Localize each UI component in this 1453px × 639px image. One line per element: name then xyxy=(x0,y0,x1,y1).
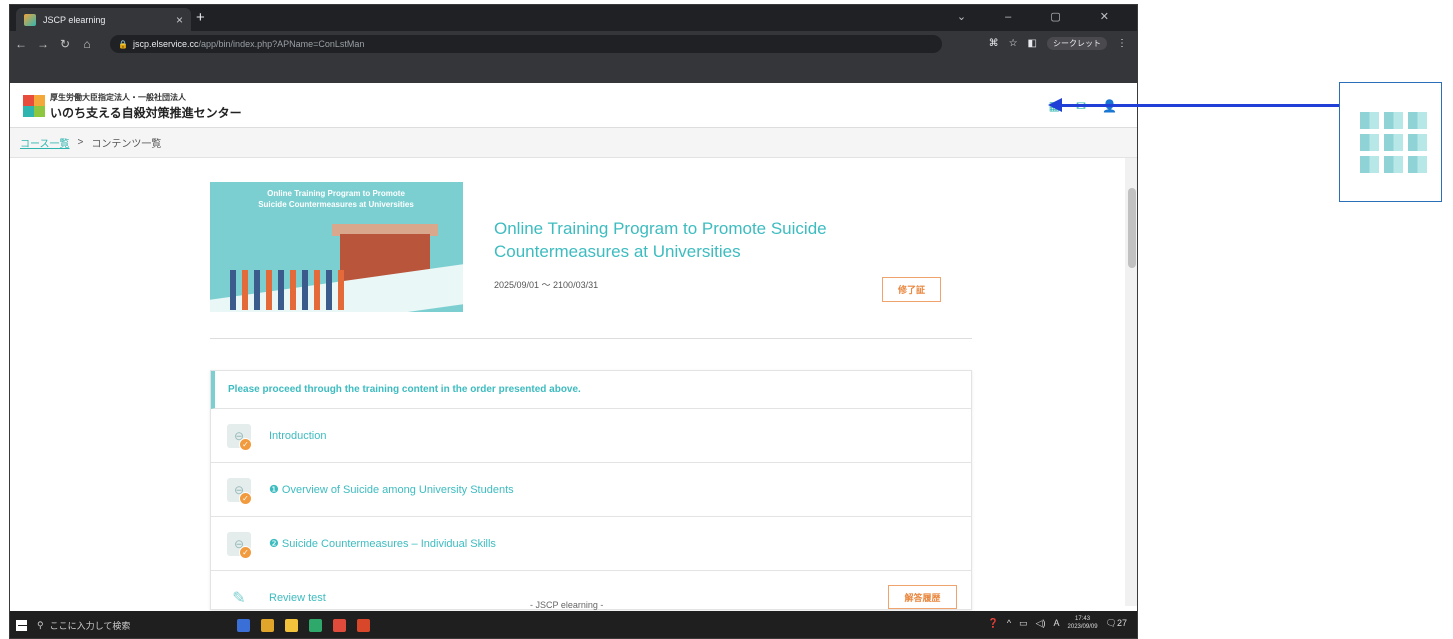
clock[interactable]: 17:43 2023/09/09 xyxy=(1068,615,1098,631)
search-icon: ⚲ xyxy=(37,620,44,630)
window-controls[interactable]: ⌄ – ▢ ✕ xyxy=(957,10,1127,23)
bookmark-bar xyxy=(10,57,1137,83)
grid-cell xyxy=(1360,156,1379,173)
page-footer: - JSCP elearning - xyxy=(530,600,604,610)
tray-chevron-icon[interactable]: ^ xyxy=(1007,618,1011,628)
main-content: Online Training Program to Promote Suici… xyxy=(10,158,1125,625)
tab-title: JSCP elearning xyxy=(43,14,106,25)
breadcrumb-current: コンテンツ一覧 xyxy=(91,139,162,150)
banner-title: Online Training Program to Promote Suici… xyxy=(258,189,414,209)
windows-taskbar: ⚲ ここに入力して検索 ❓ ^ ▭ ◁) A 17:43 2023/09/09 … xyxy=(10,611,1137,638)
address-bar[interactable]: 🔒 jscp.elservice.cc /app/bin/index.php?A… xyxy=(110,35,942,53)
chrome-icon[interactable] xyxy=(333,619,346,632)
back-icon[interactable]: ← xyxy=(10,37,32,51)
grid-cell xyxy=(1408,112,1427,129)
org-subtitle: 厚生労働大臣指定法人・一般社団法人 xyxy=(50,93,186,102)
clock-time: 17:43 xyxy=(1075,616,1091,622)
lock-icon: 🔒 xyxy=(118,39,128,49)
tab-strip: JSCP elearning × + ⌄ – ▢ ✕ xyxy=(10,5,1137,31)
taskbar-search[interactable]: ⚲ ここに入力して検索 xyxy=(37,619,187,632)
completed-check-icon: ✓ xyxy=(239,491,252,505)
content-label[interactable]: ❶ Overview of Suicide among University S… xyxy=(269,483,514,496)
grid-cell xyxy=(1360,112,1379,129)
grid-cell xyxy=(1384,134,1403,151)
grid-cell xyxy=(1408,134,1427,151)
list-item[interactable]: ⊖ ✓ Introduction xyxy=(211,409,971,463)
grid-cell xyxy=(1384,112,1403,129)
org-name: いのち支える自殺対策推進センター xyxy=(50,106,242,120)
app-icon[interactable] xyxy=(357,619,370,632)
scrollbar-thumb[interactable] xyxy=(1128,188,1136,268)
course-period: 2025/09/01 〜 2100/03/31 xyxy=(494,280,599,290)
home-icon[interactable]: ⌂ xyxy=(76,37,98,51)
notification-count: 27 xyxy=(1116,617,1127,628)
taskbar-search-placeholder: ここに入力して検索 xyxy=(49,621,131,631)
network-icon[interactable]: ▭ xyxy=(1019,618,1028,629)
link-icon: ⊖ ✓ xyxy=(227,423,252,451)
url-path: /app/bin/index.php?APName=ConLstMan xyxy=(198,39,365,49)
grid-cell xyxy=(1408,156,1427,173)
windows-start-icon[interactable] xyxy=(16,620,27,631)
taskbar-apps xyxy=(237,619,370,632)
answer-history-button[interactable]: 解答履歴 xyxy=(888,585,957,609)
tab-close-icon[interactable]: × xyxy=(176,13,183,27)
page-scrollbar[interactable] xyxy=(1125,158,1137,606)
zoom-app-icon[interactable] xyxy=(237,619,250,632)
list-item[interactable]: ⊖ ✓ ❷ Suicide Countermeasures – Individua… xyxy=(211,517,971,571)
content-label[interactable]: ❷ Suicide Countermeasures – Individual S… xyxy=(269,537,496,550)
site-logo[interactable] xyxy=(23,95,45,117)
grid-cell xyxy=(1384,156,1403,173)
volume-icon[interactable]: ◁) xyxy=(1036,618,1046,629)
list-item[interactable]: ⊖ ✓ ❶ Overview of Suicide among Universit… xyxy=(211,463,971,517)
completed-check-icon: ✓ xyxy=(239,545,252,559)
file-explorer-icon[interactable] xyxy=(285,619,298,632)
ime-icon[interactable]: A xyxy=(1054,618,1060,628)
browser-window: JSCP elearning × + ⌄ – ▢ ✕ ← → ↻ ⌂ 🔒 jsc… xyxy=(9,4,1138,639)
divider xyxy=(210,338,972,339)
breadcrumb-course-list-link[interactable]: コース一覧 xyxy=(20,135,70,150)
incognito-label: シークレット xyxy=(1053,39,1101,48)
site-header: 厚生労働大臣指定法人・一般社団法人 いのち支える自殺対策推進センター ▦ ✉ 👤 xyxy=(10,83,1137,128)
breadcrumb: コース一覧 > コンテンツ一覧 xyxy=(10,128,1137,158)
app-grid-icon-zoomed xyxy=(1360,112,1427,173)
course-banner-image: Online Training Program to Promote Suici… xyxy=(210,182,463,312)
link-icon: ⊖ ✓ xyxy=(227,531,252,559)
bookmark-star-icon[interactable]: ☆ xyxy=(1009,38,1018,49)
toolbar-right: ⌘ ☆ ◧ シークレット ⋮ xyxy=(989,37,1127,50)
banner-people xyxy=(230,270,350,310)
callout-arrow xyxy=(1060,104,1342,107)
browser-toolbar: ← → ↻ ⌂ 🔒 jscp.elservice.cc /app/bin/ind… xyxy=(10,31,1137,57)
favicon-icon xyxy=(24,13,36,26)
breadcrumb-separator: > xyxy=(77,137,84,148)
menu-icon[interactable]: ⋮ xyxy=(1117,38,1127,49)
completed-check-icon: ✓ xyxy=(239,437,252,451)
order-notice: Please proceed through the training cont… xyxy=(211,371,971,409)
app-icon[interactable] xyxy=(261,619,274,632)
clock-date: 2023/09/09 xyxy=(1067,624,1098,630)
link-icon: ⊖ ✓ xyxy=(227,477,252,505)
side-panel-icon[interactable]: ◧ xyxy=(1028,38,1037,49)
help-icon[interactable]: ❓ xyxy=(988,618,999,629)
url-host: jscp.elservice.cc xyxy=(133,39,199,49)
grid-cell xyxy=(1360,134,1379,151)
notification-center-icon[interactable]: 🗨27 xyxy=(1106,618,1127,629)
content-list: Please proceed through the training cont… xyxy=(210,370,972,625)
browser-tab[interactable]: JSCP elearning × xyxy=(16,8,191,31)
app-icon[interactable] xyxy=(309,619,322,632)
new-tab-icon[interactable]: + xyxy=(196,9,205,26)
extension-icon[interactable]: ⌘ xyxy=(989,38,999,49)
forward-icon[interactable]: → xyxy=(32,37,54,51)
content-label[interactable]: Review test xyxy=(269,592,326,604)
system-tray: ❓ ^ ▭ ◁) A 17:43 2023/09/09 🗨27 xyxy=(988,615,1127,631)
content-label[interactable]: Introduction xyxy=(269,430,326,442)
reload-icon[interactable]: ↻ xyxy=(54,37,76,51)
pencil-icon: ✎ xyxy=(232,589,246,607)
callout-zoom-box xyxy=(1339,82,1442,202)
certificate-button[interactable]: 修了証 xyxy=(882,277,941,302)
incognito-badge[interactable]: シークレット xyxy=(1047,37,1107,50)
course-title: Online Training Program to Promote Suici… xyxy=(494,219,827,261)
